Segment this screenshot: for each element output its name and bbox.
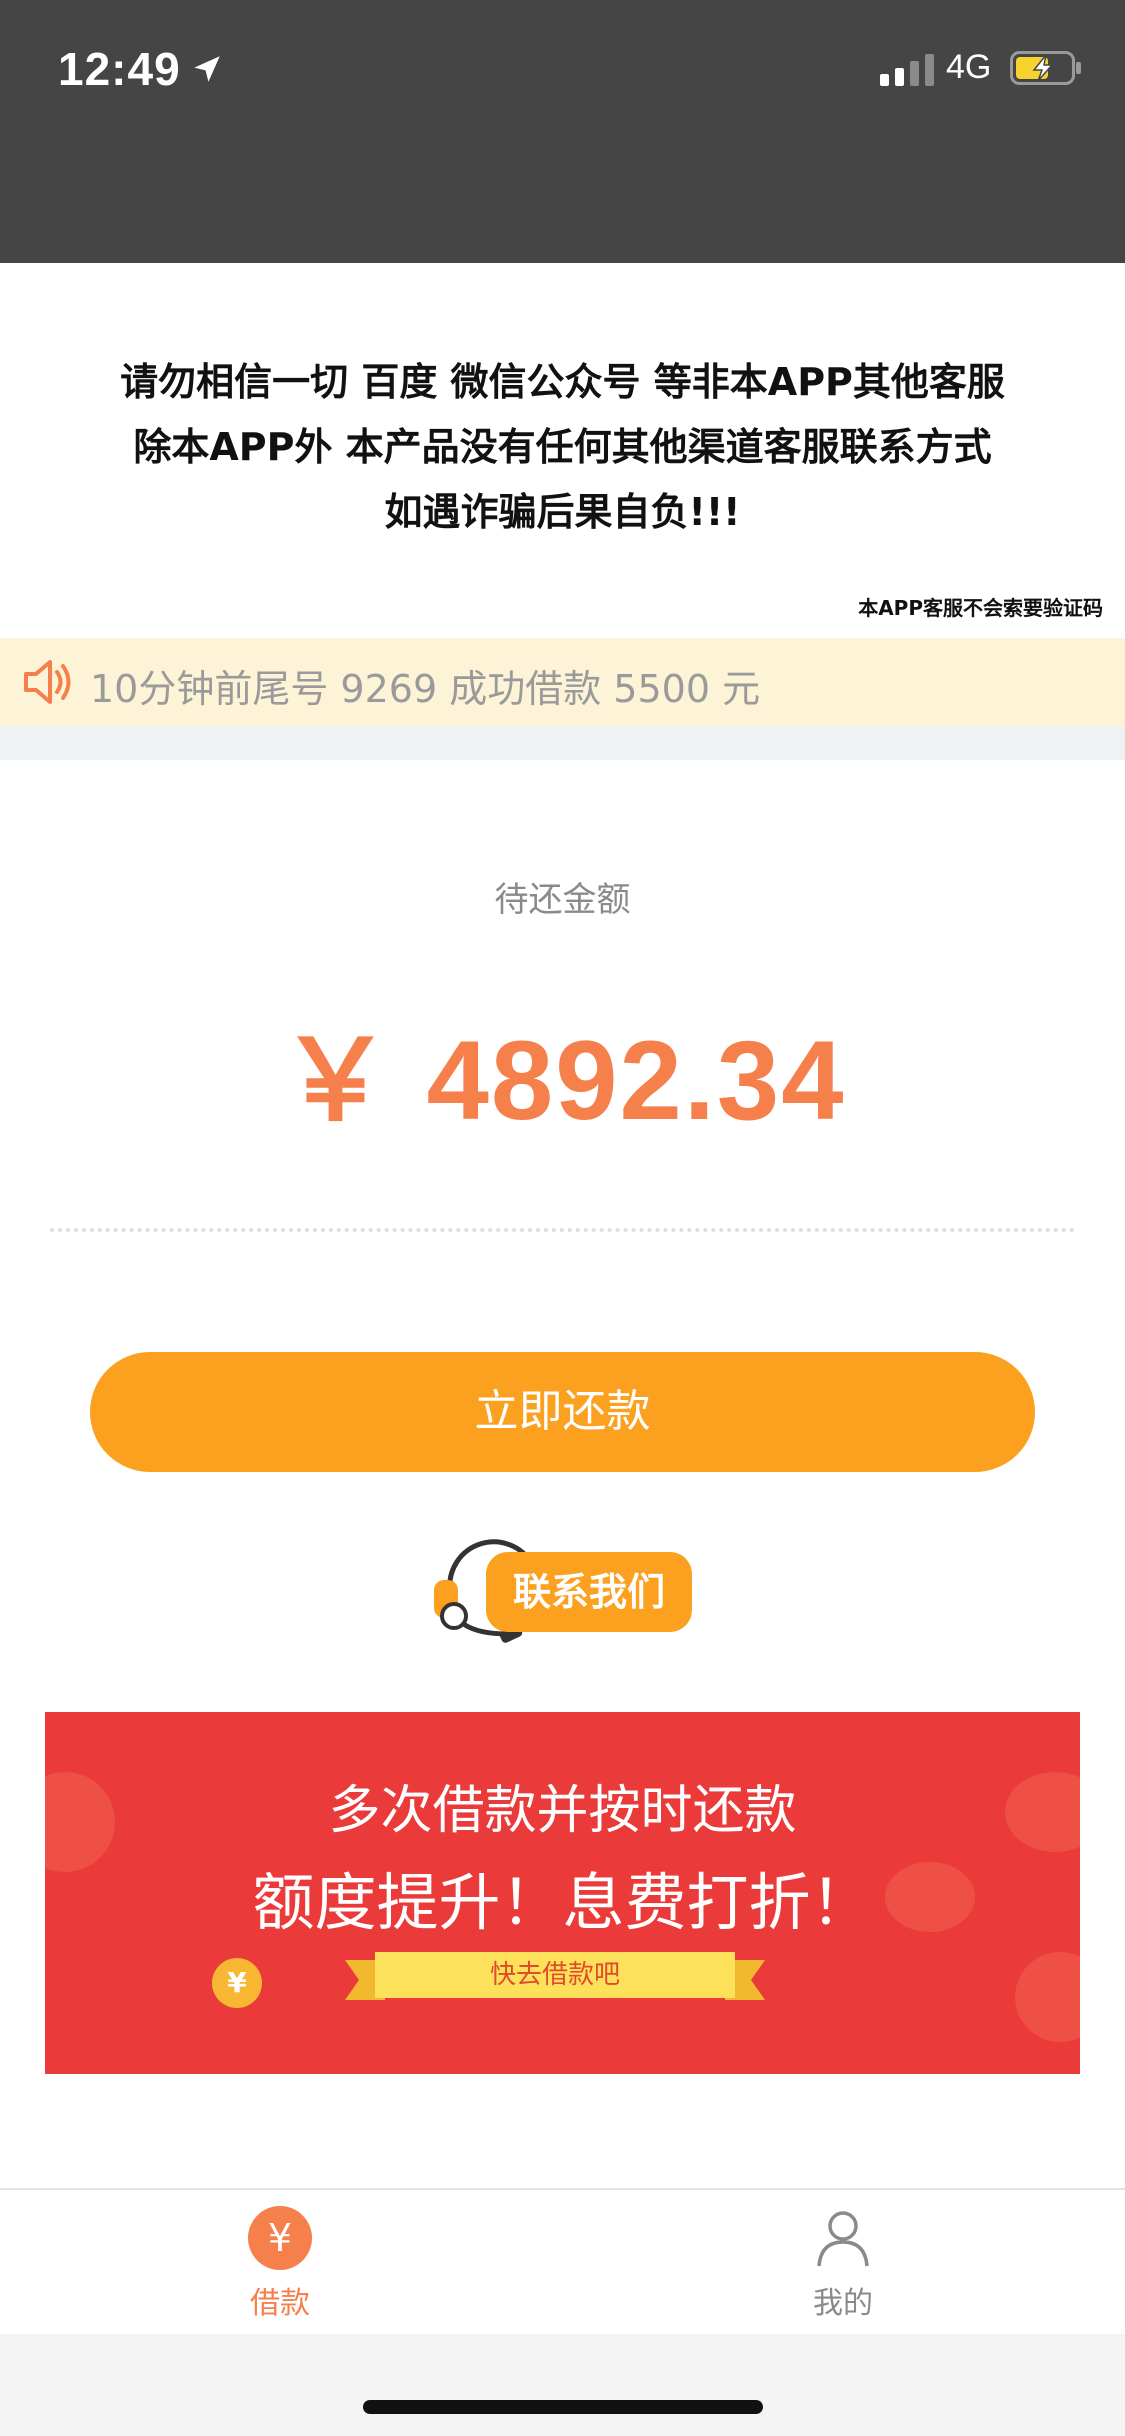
loan-ticker: 10分钟前尾号 9269 成功借款 5500 元 [0,638,1125,726]
location-arrow-icon [194,56,220,82]
signal-icon [880,54,934,86]
decor-bubble [1015,1952,1080,2042]
promo-banner[interactable]: ¥ 多次借款并按时还款 额度提升！息费打折！ 快去借款吧 [45,1712,1080,2074]
tab-mine[interactable]: 我的 [723,2206,963,2322]
tab-mine-label: 我的 [813,2286,873,2321]
yuan-icon: ¥ [248,2206,312,2270]
contact-us-button[interactable]: 联系我们 [428,1530,698,1654]
amount-due-label: 待还金额 [494,880,631,920]
repay-now-button[interactable]: 立即还款 [90,1352,1035,1472]
banner-cta[interactable]: 快去借款吧 [345,1950,765,2000]
battery-charging-icon [1010,51,1081,85]
notice-line-1: 请勿相信一切 百度 微信公众号 等非本APP其他客服 [120,360,1005,404]
yuan-coin-icon: ¥ [212,1958,262,2008]
contact-us-label: 联系我们 [486,1552,692,1632]
ticker-text: 10分钟前尾号 9269 成功借款 5500 元 [90,667,761,711]
notice-line-2: 除本APP外 本产品没有任何其他渠道客服联系方式 [133,425,992,469]
banner-headline: 多次借款并按时还款 [328,1781,797,1841]
tab-loan[interactable]: ¥ 借款 [160,2206,400,2322]
notice-line-3: 如遇诈骗后果自负!!! [384,490,741,534]
tab-bar: ¥ 借款 我的 [0,2188,1125,2334]
home-indicator[interactable] [363,2400,763,2414]
banner-subheadline: 额度提升！息费打折！ [252,1866,873,1939]
home-indicator-area [0,2334,1125,2436]
header-bar: 12:49 4G [0,0,1125,263]
status-time: 12:49 [58,43,181,95]
verification-code-warning: 本APP客服不会索要验证码 [858,596,1103,620]
network-label: 4G [946,48,992,86]
tab-loan-label: 借款 [250,2286,310,2321]
amount-due-value: ￥ 4892.34 [279,1018,846,1143]
user-icon [817,2211,869,2267]
speaker-icon [24,660,71,704]
anti-fraud-notice: 请勿相信一切 百度 微信公众号 等非本APP其他客服 除本APP外 本产品没有任… [0,350,1125,545]
section-divider [0,726,1125,760]
dotted-divider [50,1228,1075,1232]
